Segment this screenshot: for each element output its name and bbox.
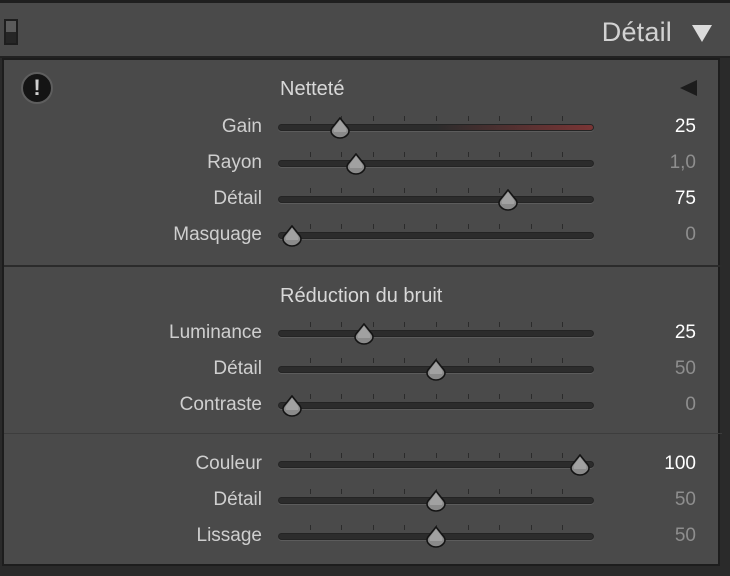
slider-row-color-couleur: Couleur 100 (4, 449, 722, 479)
slider-label-noise-luminance[interactable]: Luminance (169, 318, 262, 348)
slider-track-sharpening-rayon[interactable] (278, 160, 594, 167)
slider-thumb-noise-contraste[interactable] (281, 395, 303, 418)
slider-label-sharpening-gain[interactable]: Gain (222, 112, 262, 142)
panel-title[interactable]: Détail (602, 17, 672, 48)
slider-ticks (278, 188, 594, 194)
slider-value-sharpening-gain[interactable]: 25 (675, 112, 696, 142)
slider-value-color-couleur[interactable]: 100 (664, 449, 696, 479)
slider-ticks (278, 394, 594, 400)
slider-thumb-color-couleur[interactable] (569, 454, 591, 477)
slider-ticks (278, 116, 594, 122)
slider-thumb-sharpening-rayon[interactable] (345, 153, 367, 176)
detail-panel-body: ! Netteté Gain 25 Rayon 1,0 Détail 75 Masquage… (0, 58, 730, 576)
slider-row-noise-contraste: Contraste 0 (4, 390, 722, 420)
slider-track-sharpening-gain[interactable] (278, 124, 594, 131)
slider-label-color-lissage[interactable]: Lissage (197, 521, 263, 551)
slider-track-color-couleur[interactable] (278, 461, 594, 468)
expand-triangle-icon[interactable] (692, 25, 712, 42)
detail-box: ! Netteté Gain 25 Rayon 1,0 Détail 75 Masquage… (2, 58, 722, 566)
slider-track-noise-contraste[interactable] (278, 402, 594, 409)
slider-row-noise-luminance: Luminance 25 (4, 318, 722, 348)
slider-row-sharpening-masquage: Masquage 0 (4, 220, 722, 250)
slider-value-sharpening-detail[interactable]: 75 (675, 184, 696, 214)
slider-thumb-sharpening-gain[interactable] (329, 117, 351, 140)
slider-row-noise-detail: Détail 50 (4, 354, 722, 384)
section-title-sharpening: Netteté (280, 78, 345, 100)
slider-track-sharpening-masquage[interactable] (278, 232, 594, 239)
slider-value-color-detail[interactable]: 50 (675, 485, 696, 515)
exclamation-icon[interactable]: ! (21, 72, 53, 104)
slider-ticks (278, 322, 594, 328)
slider-track-noise-luminance[interactable] (278, 330, 594, 337)
slider-ticks (278, 224, 594, 230)
panel-header[interactable]: Détail (0, 0, 730, 58)
slider-thumb-noise-detail[interactable] (425, 359, 447, 382)
slider-thumb-color-lissage[interactable] (425, 526, 447, 549)
slider-label-sharpening-masquage[interactable]: Masquage (173, 220, 262, 250)
slider-track-sharpening-detail[interactable] (278, 196, 594, 203)
section-divider (4, 265, 722, 267)
slider-label-sharpening-rayon[interactable]: Rayon (207, 148, 262, 178)
slider-row-sharpening-rayon: Rayon 1,0 (4, 148, 722, 178)
section-title-noise-reduction: Réduction du bruit (280, 285, 443, 307)
slider-value-noise-luminance[interactable]: 25 (675, 318, 696, 348)
slider-value-color-lissage[interactable]: 50 (675, 521, 696, 551)
slider-label-noise-detail[interactable]: Détail (213, 354, 262, 384)
slider-label-sharpening-detail[interactable]: Détail (213, 184, 262, 214)
slider-ticks (278, 152, 594, 158)
slider-label-noise-contraste[interactable]: Contraste (180, 390, 262, 420)
subsection-divider (4, 433, 722, 434)
slider-row-sharpening-detail: Détail 75 (4, 184, 722, 214)
slider-thumb-noise-luminance[interactable] (353, 323, 375, 346)
slider-row-color-detail: Détail 50 (4, 485, 722, 515)
slider-label-color-couleur[interactable]: Couleur (195, 449, 262, 479)
slider-label-color-detail[interactable]: Détail (213, 485, 262, 515)
slider-ticks (278, 453, 594, 459)
slider-value-sharpening-rayon[interactable]: 1,0 (670, 148, 696, 178)
slider-row-sharpening-gain: Gain 25 (4, 112, 722, 142)
slider-value-sharpening-masquage[interactable]: 0 (685, 220, 696, 250)
panel-toggle-icon[interactable] (4, 19, 18, 45)
slider-value-noise-contraste[interactable]: 0 (685, 390, 696, 420)
slider-thumb-color-detail[interactable] (425, 490, 447, 513)
collapse-triangle-icon[interactable] (680, 80, 697, 96)
slider-thumb-sharpening-masquage[interactable] (281, 225, 303, 248)
slider-thumb-sharpening-detail[interactable] (497, 189, 519, 212)
slider-value-noise-detail[interactable]: 50 (675, 354, 696, 384)
slider-row-color-lissage: Lissage 50 (4, 521, 722, 551)
